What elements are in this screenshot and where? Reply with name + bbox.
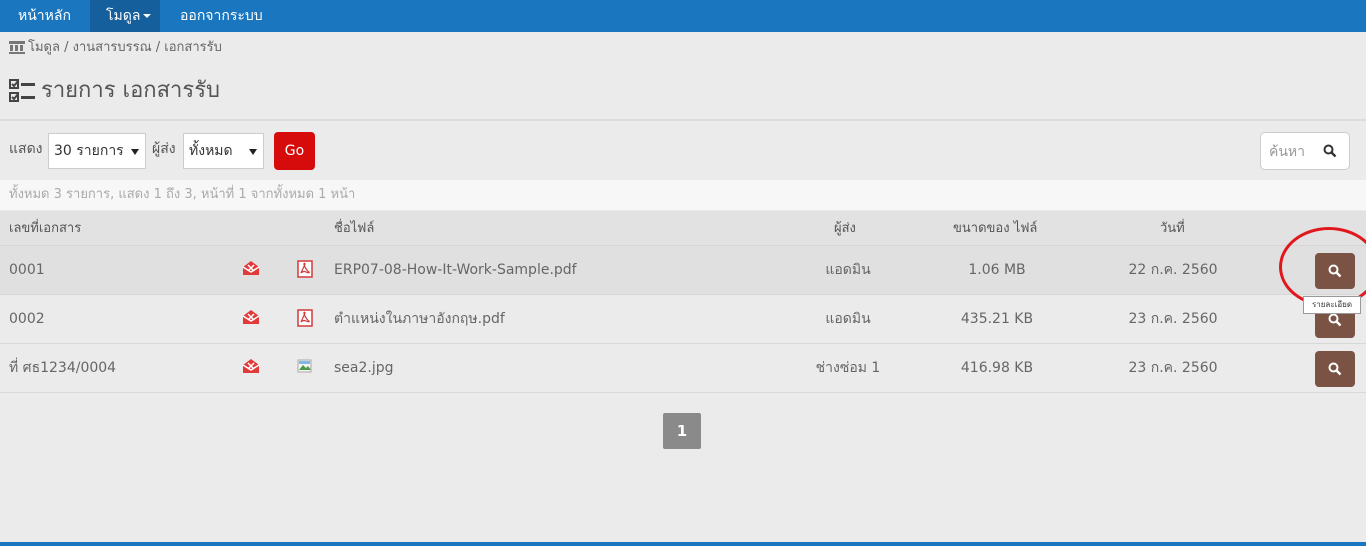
size-cell: 435.21 KB — [960, 311, 1034, 327]
pdf-icon — [297, 260, 313, 278]
pagination-page-1[interactable]: 1 — [663, 413, 701, 449]
modules-icon — [9, 41, 25, 54]
mail-open-icon — [242, 310, 260, 324]
dropdown-arrow-icon — [249, 149, 257, 155]
sender-cell: แอดมิน — [825, 311, 871, 327]
search-icon[interactable] — [1323, 144, 1337, 158]
breadcrumb-text[interactable]: โมดูล / งานสารบรรณ / เอกสารรับ — [28, 40, 222, 55]
table-row[interactable]: ที่ ศธ1234/0004 sea2.jpg ช่างซ่อม 1 416.… — [0, 344, 1366, 393]
view-details-button[interactable] — [1315, 351, 1355, 387]
show-count-value: 30 รายการ — [54, 143, 124, 159]
file-name-cell[interactable]: sea2.jpg — [334, 358, 394, 378]
sender-select[interactable]: ทั้งหมด — [183, 133, 264, 169]
search-icon — [1328, 264, 1342, 278]
search-icon — [1328, 362, 1342, 376]
sender-cell: ช่างซ่อม 1 — [815, 360, 881, 376]
mail-open-icon — [242, 261, 260, 275]
summary-text: ทั้งหมด 3 รายการ, แสดง 1 ถึง 3, หน้าที่ … — [9, 187, 356, 202]
pdf-icon — [297, 309, 313, 327]
sender-value: ทั้งหมด — [189, 143, 233, 159]
divider — [0, 119, 1366, 121]
nav-module-label: โมดูล — [106, 8, 141, 24]
table-row[interactable]: 0001 ERP07-08-How-It-Work-Sample.pdf แอด… — [0, 246, 1366, 295]
image-icon — [297, 359, 312, 373]
doc-no-cell: 0001 — [9, 262, 45, 278]
show-label: แสดง — [9, 141, 43, 157]
go-button[interactable]: Go — [274, 132, 315, 170]
mail-open-icon — [242, 359, 260, 373]
breadcrumb: โมดูล / งานสารบรรณ / เอกสารรับ — [9, 38, 222, 58]
sender-cell: แอดมิน — [825, 262, 871, 278]
header-sender: ผู้ส่ง — [834, 221, 856, 236]
size-cell: 1.06 MB — [968, 262, 1026, 278]
date-cell: 22 ก.ค. 2560 — [1128, 262, 1218, 278]
date-cell: 23 ก.ค. 2560 — [1128, 311, 1218, 327]
doc-no-cell: 0002 — [9, 311, 45, 327]
table-row[interactable]: 0002 ตำแหน่งในภาษาอังกฤษ.pdf แอดมิน 435.… — [0, 295, 1366, 344]
page-title-text: รายการ เอกสารรับ — [41, 78, 220, 103]
date-cell: 23 ก.ค. 2560 — [1128, 360, 1218, 376]
file-name-cell[interactable]: ERP07-08-How-It-Work-Sample.pdf — [334, 260, 577, 280]
search-input[interactable]: ค้นหา — [1260, 132, 1350, 170]
header-size: ขนาดของ ไฟล์ — [953, 221, 1038, 236]
sender-label: ผู้ส่ง — [152, 141, 176, 157]
table-header: เลขที่เอกสาร ชื่อไฟล์ ผู้ส่ง ขนาดของ ไฟล… — [0, 211, 1366, 246]
checklist-icon — [9, 79, 35, 102]
header-file-name: ชื่อไฟล์ — [334, 221, 375, 236]
details-tooltip: รายละเอียด — [1303, 296, 1361, 314]
dropdown-arrow-icon — [131, 149, 139, 155]
header-date: วันที่ — [1160, 221, 1185, 236]
header-doc-no: เลขที่เอกสาร — [9, 221, 82, 236]
show-count-select[interactable]: 30 รายการ — [48, 133, 146, 169]
nav-logout-link[interactable]: ออกจากระบบ — [180, 0, 263, 32]
search-placeholder: ค้นหา — [1269, 144, 1306, 160]
file-name-cell[interactable]: ตำแหน่งในภาษาอังกฤษ.pdf — [334, 309, 505, 329]
nav-home-link[interactable]: หน้าหลัก — [18, 0, 71, 32]
view-details-button[interactable] — [1315, 253, 1355, 289]
summary-bar: ทั้งหมด 3 รายการ, แสดง 1 ถึง 3, หน้าที่ … — [0, 180, 1366, 210]
caret-down-icon — [143, 14, 152, 18]
search-icon — [1328, 313, 1342, 327]
doc-no-cell: ที่ ศธ1234/0004 — [9, 360, 117, 376]
nav-module-dropdown[interactable]: โมดูล — [90, 0, 160, 32]
top-navbar: หน้าหลัก โมดูล ออกจากระบบ — [0, 0, 1366, 32]
bottom-border — [0, 542, 1366, 546]
size-cell: 416.98 KB — [960, 360, 1034, 376]
